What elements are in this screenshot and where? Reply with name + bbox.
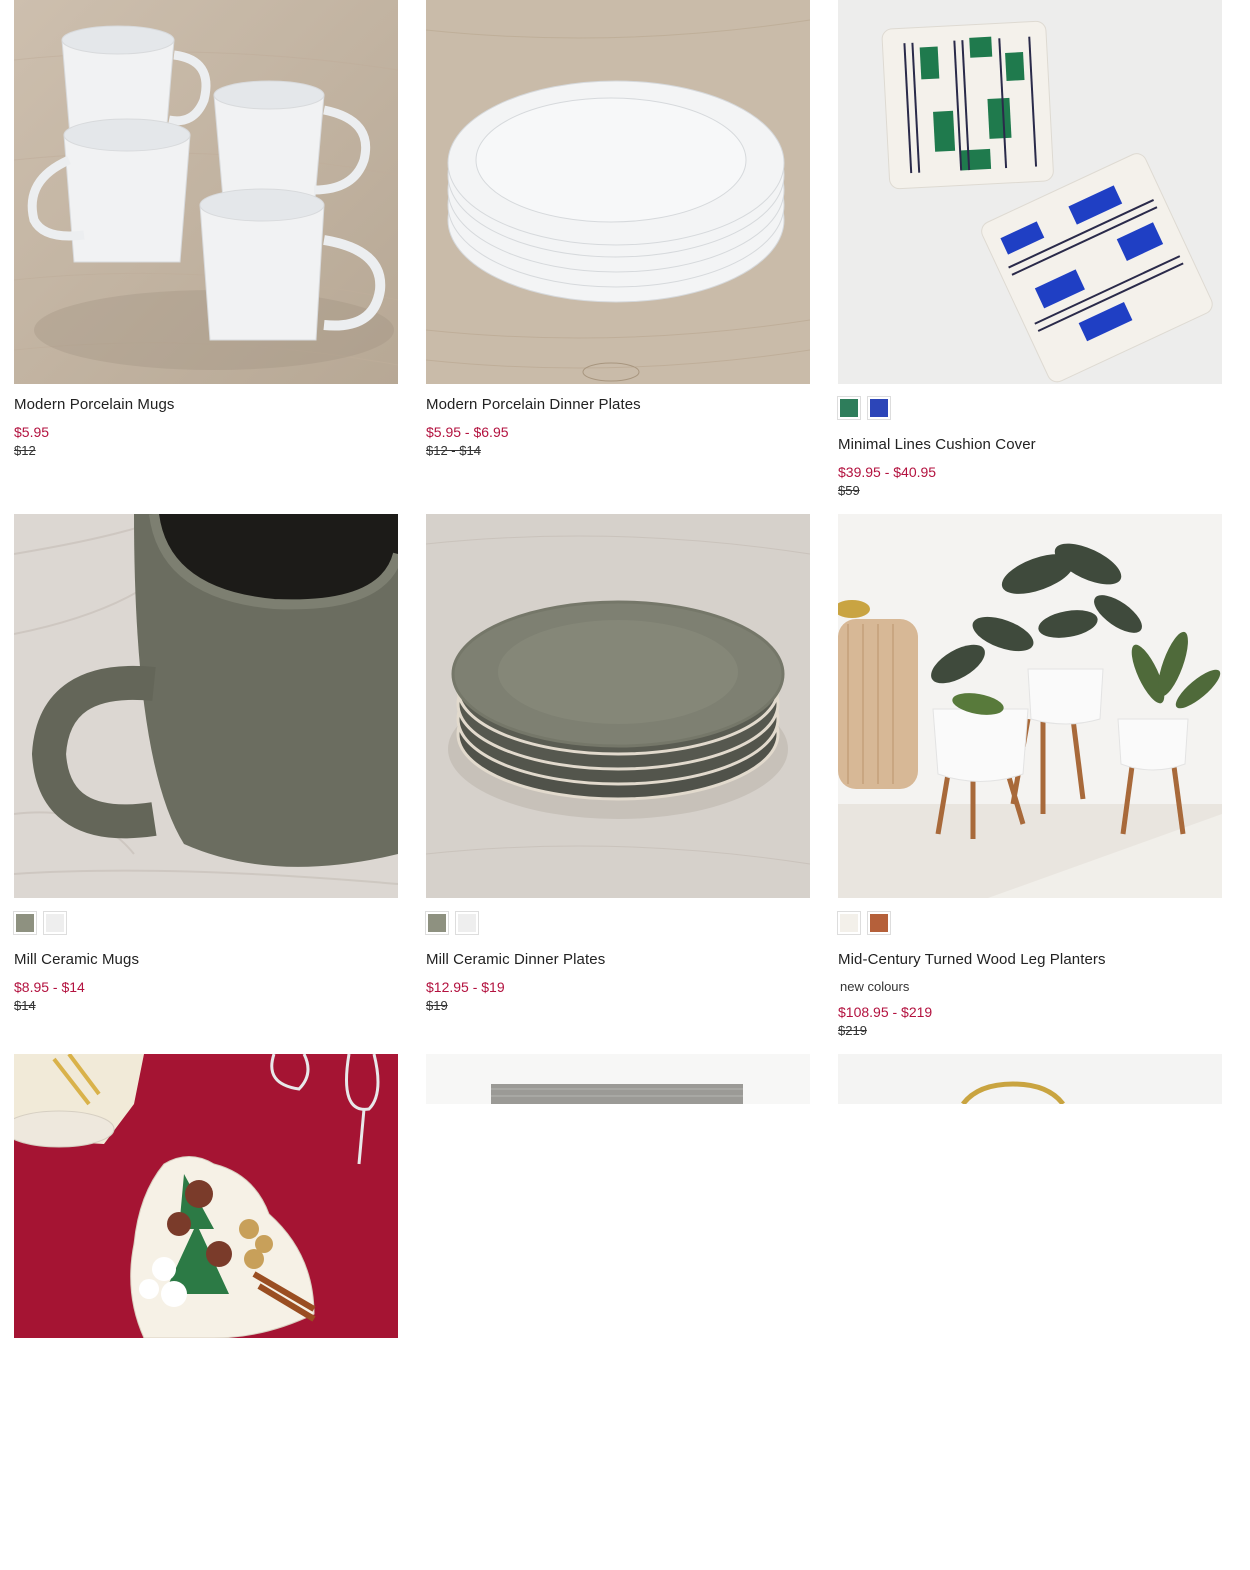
color-swatches [837,911,891,935]
original-price: $19 [426,998,448,1013]
product-image[interactable] [838,514,1222,898]
product-image[interactable] [426,514,810,898]
olive-ceramic-mug-image [14,514,398,898]
swatch-green[interactable] [837,396,861,420]
cushion-covers-image [838,0,1222,384]
olive-ceramic-plates-image [426,514,810,898]
sale-price: $5.95 - $6.95 [426,424,509,440]
swatch-olive[interactable] [13,911,37,935]
planters-image [838,514,1222,898]
swatch-white[interactable] [455,911,479,935]
sale-price: $108.95 - $219 [838,1004,933,1020]
color-swatches [425,911,479,935]
sale-price: $5.95 [14,424,50,440]
product-image[interactable] [426,0,810,384]
product-image[interactable] [838,1054,1222,1104]
original-price: $12 [14,443,36,458]
sale-price: $39.95 - $40.95 [838,464,937,480]
product-title[interactable]: Modern Porcelain Mugs [14,396,175,413]
original-price: $12 - $14 [426,443,481,458]
product-image[interactable] [14,0,398,384]
swatch-white[interactable] [837,911,861,935]
swatch-white[interactable] [43,911,67,935]
christmas-tree-platter-image [14,1054,398,1338]
swatch-olive[interactable] [425,911,449,935]
color-swatches [837,396,891,420]
white-porcelain-plates-image [426,0,810,384]
original-price: $219 [838,1023,867,1038]
product-note: new colours [840,979,910,994]
product-title[interactable]: Mill Ceramic Mugs [14,951,139,968]
sale-price: $12.95 - $19 [426,979,505,995]
sale-price: $8.95 - $14 [14,979,85,995]
product-title[interactable]: Modern Porcelain Dinner Plates [426,396,641,413]
product-title[interactable]: Mill Ceramic Dinner Plates [426,951,605,968]
original-price: $59 [838,483,860,498]
product-title[interactable]: Minimal Lines Cushion Cover [838,436,1036,453]
loading-area [426,1104,1250,1344]
brass-mirror-image [838,1054,1222,1104]
original-price: $14 [14,998,36,1013]
grey-rug-image [426,1054,810,1104]
swatch-terracotta[interactable] [867,911,891,935]
product-title[interactable]: Mid-Century Turned Wood Leg Planters [838,951,1106,968]
product-image[interactable] [14,1054,398,1338]
product-image[interactable] [426,1054,810,1104]
product-image[interactable] [838,0,1222,384]
swatch-blue[interactable] [867,396,891,420]
white-porcelain-mugs-image [14,0,398,384]
color-swatches [13,911,67,935]
product-image[interactable] [14,514,398,898]
